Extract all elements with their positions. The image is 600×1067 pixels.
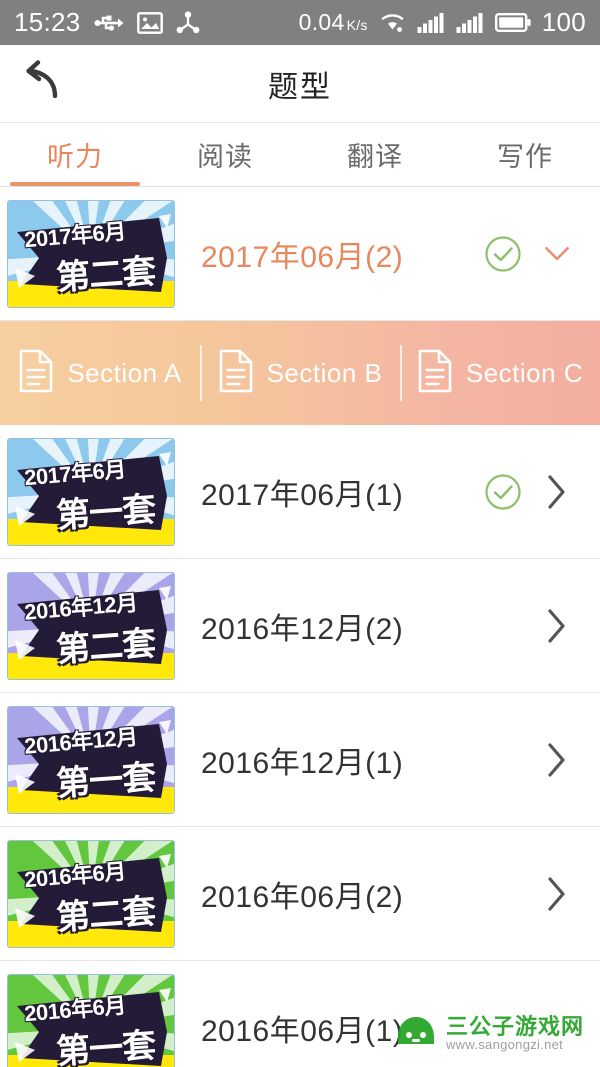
tab-writing[interactable]: 写作	[450, 123, 600, 186]
section-bar: Section A Section B Section C	[0, 321, 600, 425]
chevron-right-icon[interactable]	[544, 740, 570, 780]
wifi-icon	[379, 12, 406, 34]
thumbnail-line-2: 第一套	[55, 758, 157, 803]
row-actions	[484, 234, 570, 274]
exam-thumbnail: 2016年6月 第一套	[7, 973, 175, 1067]
thumbnail-line-2: 第二套	[55, 624, 157, 669]
exam-title: 2016年12月(1)	[201, 746, 404, 780]
status-bar-left: 15:23	[14, 7, 200, 38]
signal-icon-1	[417, 12, 445, 34]
exam-title: 2017年06月(1)	[201, 478, 404, 512]
status-time: 15:23	[14, 7, 81, 37]
site-watermark: 三公子游戏网 www.sangongzi.net	[395, 1014, 584, 1053]
thumbnail-line-2: 第二套	[55, 252, 157, 297]
data-rate: 0.04 K/s	[299, 9, 368, 36]
thumbnail-line-2: 第二套	[55, 892, 157, 937]
tab-label: 听力	[47, 142, 103, 172]
chevron-right-icon[interactable]	[544, 606, 570, 646]
table-row[interactable]: 2017年6月 第二套 2017年06月(2)	[0, 187, 600, 321]
table-row[interactable]: 2016年12月 第一套 2016年12月(1)	[0, 693, 600, 827]
exam-thumbnail: 2016年12月 第一套	[7, 705, 175, 814]
thumbnail-line-2: 第一套	[55, 1026, 157, 1067]
image-icon	[136, 11, 163, 34]
exam-title: 2016年12月(2)	[201, 612, 404, 646]
share-node-icon	[176, 10, 200, 35]
section-label: Section B	[266, 357, 383, 388]
table-row[interactable]: 2017年6月 第一套 2017年06月(1)	[0, 425, 600, 559]
table-row[interactable]: 2016年12月 第二套 2016年12月(2)	[0, 559, 600, 693]
row-actions	[544, 606, 570, 646]
section-label: Section A	[67, 357, 182, 388]
completed-check-icon	[484, 473, 522, 511]
status-bar: 15:23 0.04 K/s 100	[0, 0, 600, 45]
table-row[interactable]: 2016年6月 第二套 2016年06月(2)	[0, 827, 600, 961]
exam-thumbnail: 2016年6月 第二套	[7, 839, 175, 948]
watermark-texts: 三公子游戏网 www.sangongzi.net	[446, 1015, 584, 1052]
tab-reading[interactable]: 阅读	[150, 123, 300, 186]
chevron-right-icon[interactable]	[544, 472, 570, 512]
exam-thumbnail: 2017年6月 第二套	[7, 199, 175, 308]
completed-check-icon	[484, 235, 522, 273]
back-arrow-icon	[21, 59, 67, 108]
usb-icon	[94, 12, 124, 34]
row-actions	[544, 740, 570, 780]
document-icon	[218, 349, 254, 398]
document-icon	[18, 349, 54, 398]
section-item-b[interactable]: Section B	[200, 321, 400, 425]
tab-translation[interactable]: 翻译	[300, 123, 450, 186]
row-actions	[484, 472, 570, 512]
mascot-icon	[395, 1014, 437, 1053]
exam-list: 2017年6月 第二套 2017年06月(2) Section A Sectio…	[0, 187, 600, 1067]
chevron-down-icon[interactable]	[544, 234, 570, 274]
document-icon	[417, 349, 453, 398]
section-item-c[interactable]: Section C	[400, 321, 600, 425]
tab-bar: 听力 阅读 翻译 写作	[0, 123, 600, 187]
tab-label: 阅读	[197, 142, 253, 172]
data-rate-value: 0.04	[298, 9, 345, 35]
tab-label: 翻译	[347, 142, 403, 172]
watermark-name: 三公子游戏网	[445, 1014, 584, 1040]
exam-title: 2017年06月(2)	[201, 240, 404, 274]
signal-icon-2	[456, 12, 484, 34]
app-root: 15:23 0.04 K/s 100 题型 听力 阅读 翻译 写作 2017年6…	[0, 0, 600, 1067]
row-actions	[544, 874, 570, 914]
chevron-right-icon[interactable]	[544, 874, 570, 914]
back-button[interactable]	[14, 54, 74, 114]
tab-label: 写作	[497, 142, 553, 172]
section-item-a[interactable]: Section A	[0, 321, 200, 425]
app-header: 题型	[0, 45, 600, 123]
exam-thumbnail: 2016年12月 第二套	[7, 571, 175, 680]
battery-icon	[494, 12, 531, 33]
exam-title: 2016年06月(2)	[201, 880, 404, 914]
exam-thumbnail: 2017年6月 第一套	[7, 437, 175, 546]
tab-listening[interactable]: 听力	[0, 123, 150, 186]
page-title: 题型	[268, 70, 332, 104]
battery-level: 100	[541, 7, 586, 37]
watermark-url: www.sangongzi.net	[445, 1037, 564, 1053]
status-bar-right: 0.04 K/s 100	[299, 7, 586, 38]
thumbnail-line-2: 第一套	[55, 490, 157, 535]
section-label: Section C	[465, 357, 584, 388]
data-rate-unit: K/s	[346, 17, 368, 33]
